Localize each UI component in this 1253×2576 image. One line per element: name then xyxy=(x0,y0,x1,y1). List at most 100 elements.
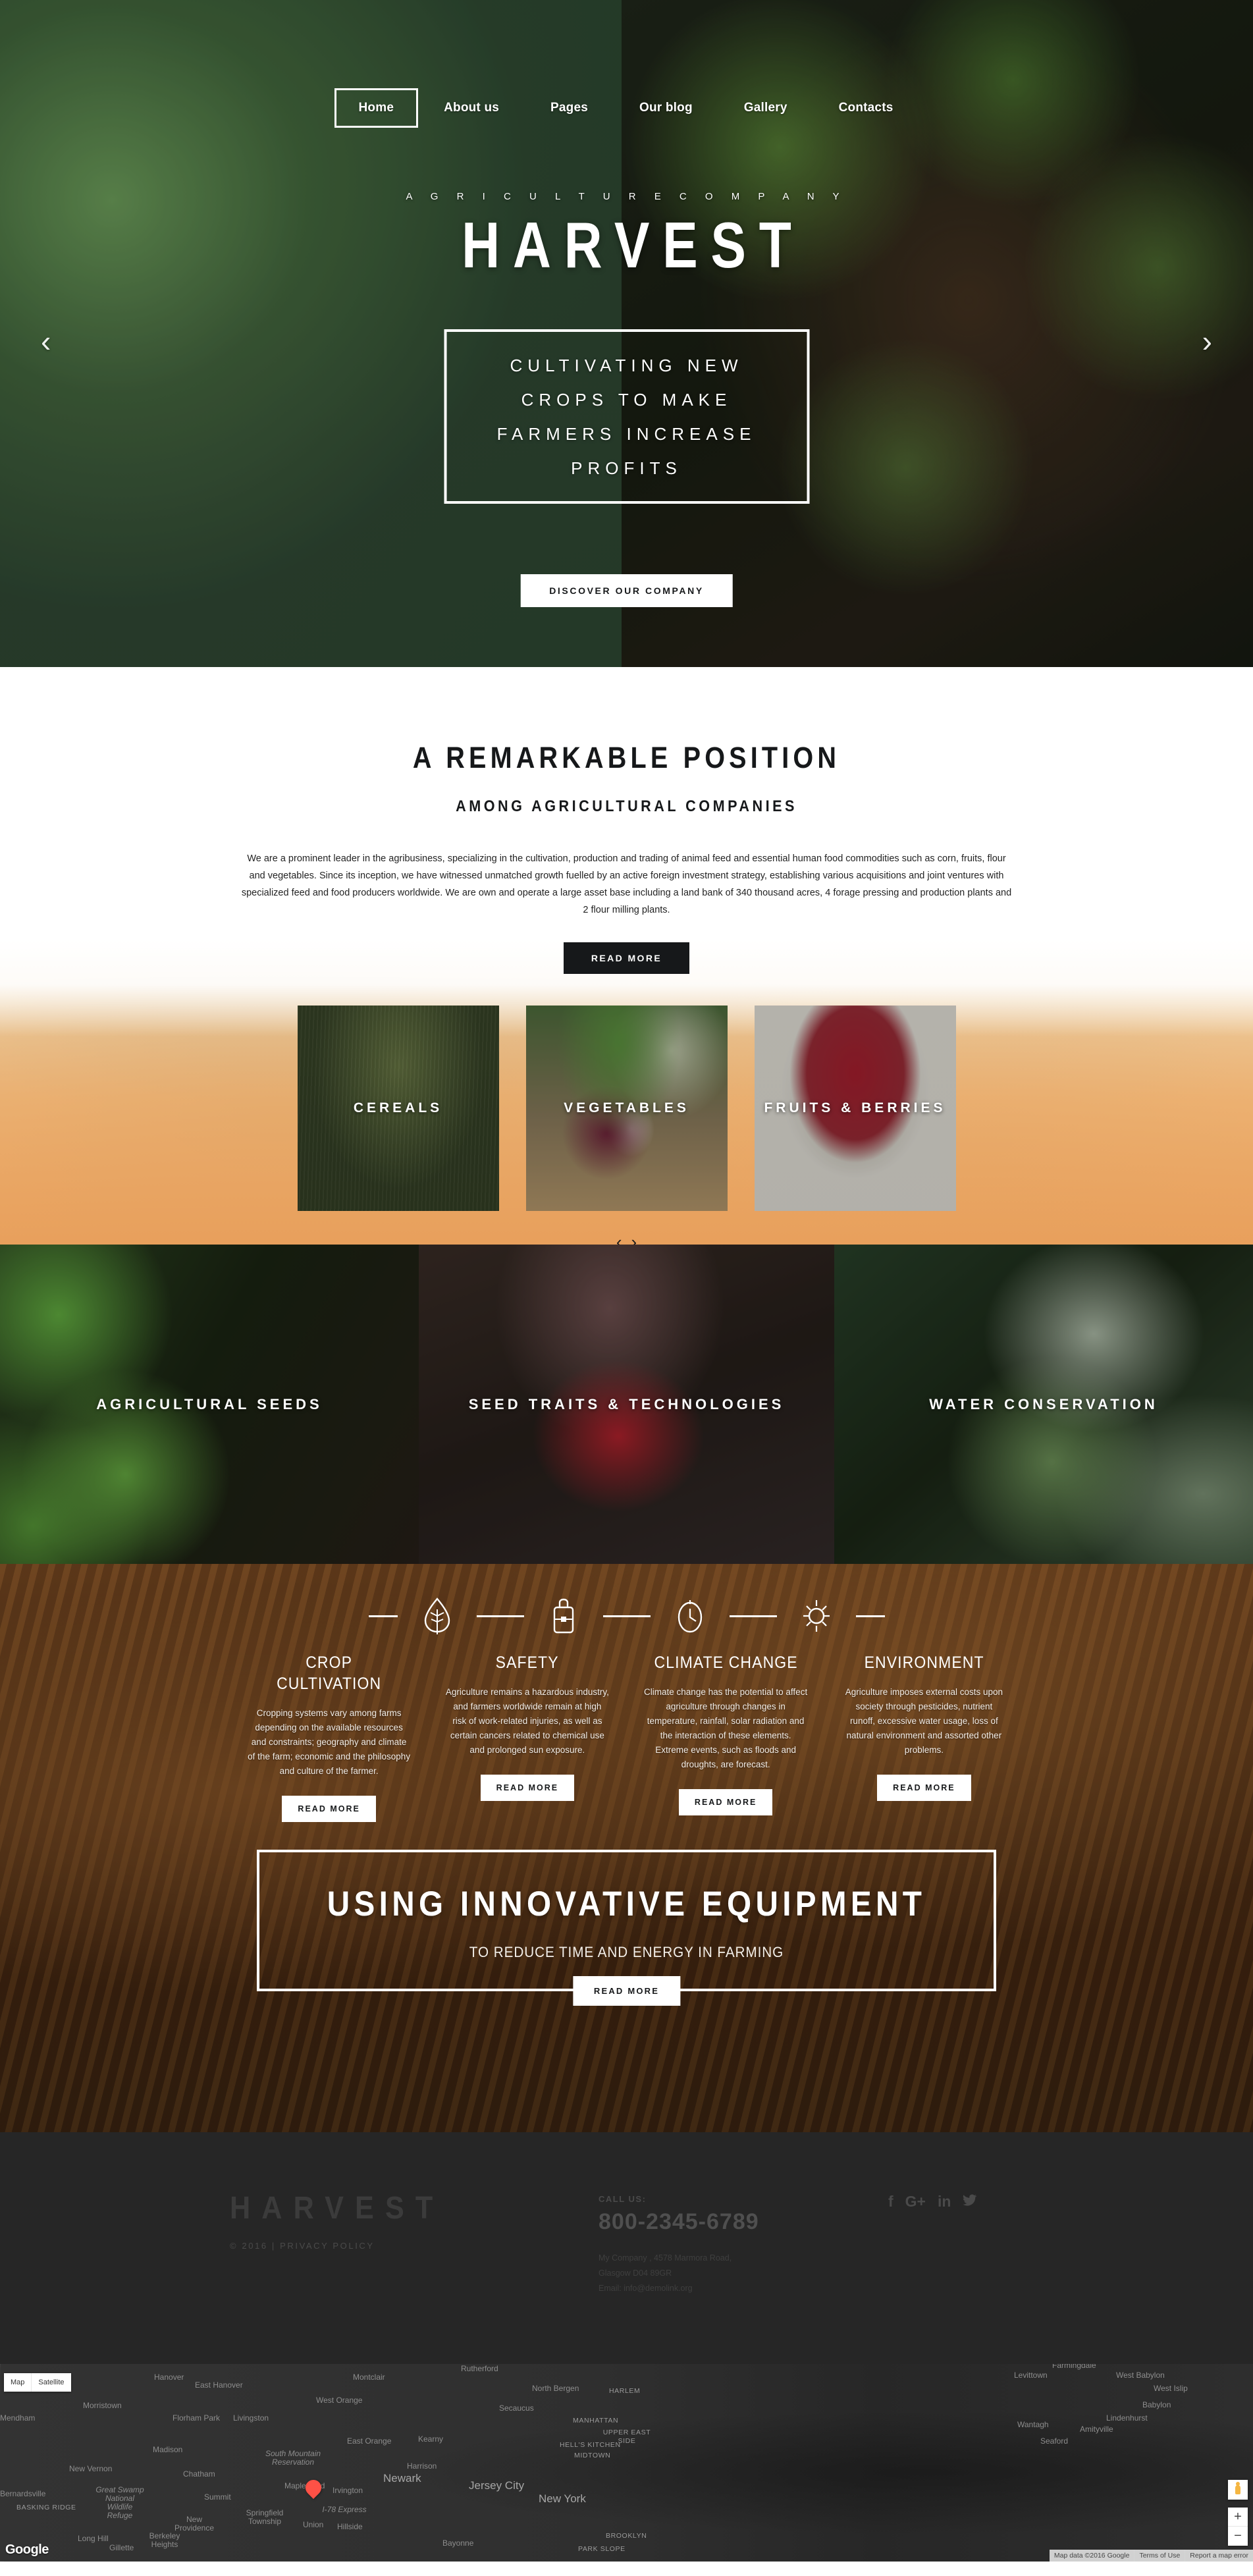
products-prev-arrow-icon[interactable]: ‹ xyxy=(616,1233,622,1245)
footer-phone[interactable]: 800-2345-6789 xyxy=(599,2209,888,2235)
footer-social-links: f G+ in xyxy=(888,2190,1023,2296)
contact-map[interactable]: Hanover East Hanover Montclair Rutherford Mo… xyxy=(0,2364,1253,2562)
nav-item-contacts[interactable]: Contacts xyxy=(813,97,919,119)
hero-prev-arrow-icon[interactable]: ‹ xyxy=(41,326,51,356)
map-label: HARLEM xyxy=(609,2387,641,2395)
zoom-in-button[interactable]: + xyxy=(1228,2508,1248,2527)
service-tile-water-conservation[interactable]: WATER CONSERVATION xyxy=(834,1245,1253,1564)
discover-our-company-button[interactable]: DISCOVER OUR COMPANY xyxy=(520,574,733,607)
map-label: Madison xyxy=(153,2445,183,2454)
map-label: Rutherford xyxy=(461,2364,498,2373)
feature-title: CROP CULTIVATION xyxy=(277,1653,382,1693)
service-label-agricultural-seeds: AGRICULTURAL SEEDS xyxy=(96,1395,323,1412)
map-label: South Mountain Reservation xyxy=(265,2449,321,2467)
service-label-seed-traits-technologies: SEED TRAITS & TECHNOLOGIES xyxy=(468,1395,785,1412)
report-map-error-link[interactable]: Report a map error xyxy=(1185,2550,1253,2562)
feature-text: Agriculture imposes external costs upon … xyxy=(845,1687,1003,1755)
nav-item-about-us[interactable]: About us xyxy=(418,97,525,119)
google-plus-icon[interactable]: G+ xyxy=(905,2194,926,2209)
footer-brand: HARVEST © 2016 | PRIVACY POLICY xyxy=(230,2190,599,2296)
map-label: New York xyxy=(539,2492,586,2505)
feature-text: Cropping systems vary among farms depend… xyxy=(248,1708,411,1776)
map-label: Bernardsville xyxy=(0,2489,46,2498)
feature-environment: ENVIRONMENT Agriculture imposes external… xyxy=(825,1652,1023,1822)
leaf-icon xyxy=(398,1597,477,1635)
feature-read-more-button[interactable]: READ MORE xyxy=(678,1789,773,1815)
map-type-satellite-button[interactable]: Satellite xyxy=(32,2373,70,2392)
feature-safety: SAFETY Agriculture remains a hazardous i… xyxy=(428,1652,626,1822)
map-label: New Providence xyxy=(174,2515,215,2533)
call-us-label: CALL US: xyxy=(599,2194,647,2204)
divider-dash xyxy=(476,1615,524,1617)
products-next-arrow-icon[interactable]: › xyxy=(631,1233,637,1245)
map-label: MIDTOWN xyxy=(574,2452,611,2459)
site-footer: HARVEST © 2016 | PRIVACY POLICY CALL US:… xyxy=(0,2132,1253,2364)
divider-dash xyxy=(368,1615,398,1617)
footer-copyright[interactable]: © 2016 | PRIVACY POLICY xyxy=(230,2241,599,2251)
about-read-more-button[interactable]: READ MORE xyxy=(563,942,690,974)
map-label: I-78 Express xyxy=(322,2505,367,2514)
map-label: Hanover xyxy=(154,2373,184,2382)
map-label: Jersey City xyxy=(469,2479,525,2492)
map-label: Farmingdale xyxy=(1052,2364,1096,2370)
terms-of-use-link[interactable]: Terms of Use xyxy=(1134,2550,1185,2562)
map-label: PARK SLOPE xyxy=(578,2545,626,2553)
twitter-icon[interactable] xyxy=(963,2194,977,2207)
service-tile-agricultural-seeds[interactable]: AGRICULTURAL SEEDS xyxy=(0,1245,419,1564)
product-card-vegetables[interactable]: VEGETABLES xyxy=(525,1006,728,1211)
address-line-3[interactable]: Email: info@demolink.org xyxy=(599,2281,888,2296)
map-label: West Babylon xyxy=(1116,2371,1165,2380)
map-label: Montclair xyxy=(353,2373,385,2382)
cta-banner: USING INNOVATIVE EQUIPMENT TO REDUCE TIM… xyxy=(257,1850,996,2006)
clock-icon xyxy=(651,1597,730,1635)
hero-next-arrow-icon[interactable]: › xyxy=(1202,326,1212,356)
map-label: Summit xyxy=(204,2492,231,2502)
map-label: Amityville xyxy=(1080,2425,1113,2434)
map-label: Secaucus xyxy=(499,2403,534,2413)
nav-item-home[interactable]: Home xyxy=(334,88,419,128)
map-label: Lindenhurst xyxy=(1106,2413,1148,2423)
divider-dash xyxy=(729,1615,777,1617)
product-card-fruits-berries[interactable]: FRUITS & BERRIES xyxy=(754,1006,956,1211)
map-label: Gillette xyxy=(109,2543,134,2552)
feature-read-more-button[interactable]: READ MORE xyxy=(480,1775,575,1801)
map-label: Morristown xyxy=(83,2401,122,2410)
linkedin-icon[interactable]: in xyxy=(938,2194,951,2209)
footer-logo[interactable]: HARVEST xyxy=(230,2190,562,2226)
map-label: Seaford xyxy=(1040,2436,1069,2446)
cta-read-more-button[interactable]: READ MORE xyxy=(572,1976,681,2006)
zoom-out-button[interactable]: − xyxy=(1228,2527,1248,2546)
nav-item-gallery[interactable]: Gallery xyxy=(718,97,813,119)
about-paragraph: We are a prominent leader in the agribus… xyxy=(241,853,1012,915)
map-label: Hillside xyxy=(337,2522,363,2531)
feature-climate-change: CLIMATE CHANGE Climate change has the po… xyxy=(627,1652,825,1822)
service-tile-seed-traits-technologies[interactable]: SEED TRAITS & TECHNOLOGIES xyxy=(419,1245,834,1564)
map-label: East Hanover xyxy=(195,2380,243,2390)
product-label-cereals: CEREALS xyxy=(353,1100,443,1115)
feature-text: Agriculture remains a hazardous industry… xyxy=(445,1687,609,1755)
feature-crop-cultivation: CROP CULTIVATION Cropping systems vary a… xyxy=(230,1652,428,1822)
map-label: North Bergen xyxy=(532,2384,579,2393)
street-view-pegman-icon[interactable] xyxy=(1228,2480,1248,2500)
hero-brand-title: HARVEST xyxy=(462,209,805,281)
hero-caption-text: CULTIVATING NEW CROPS TO MAKE FARMERS IN… xyxy=(496,355,757,478)
facebook-icon[interactable]: f xyxy=(888,2194,893,2209)
feature-read-more-button[interactable]: READ MORE xyxy=(282,1796,376,1822)
about-section: A REMARKABLE POSITION AMONG AGRICULTURAL… xyxy=(0,667,1253,1245)
divider-dash xyxy=(855,1615,885,1617)
map-type-map-button[interactable]: Map xyxy=(4,2373,32,2392)
feature-read-more-button[interactable]: READ MORE xyxy=(877,1775,971,1801)
footer-address: My Company , 4578 Marmora Road, Glasgow … xyxy=(599,2251,888,2296)
map-label: BASKING RIDGE xyxy=(16,2504,76,2511)
map-label: Harrison xyxy=(407,2461,437,2471)
sun-icon xyxy=(777,1597,856,1634)
product-card-cereals[interactable]: CEREALS xyxy=(297,1006,499,1211)
map-label: Levittown xyxy=(1014,2371,1048,2380)
map-label: Newark xyxy=(383,2472,421,2484)
pegman-figure xyxy=(1235,2482,1240,2494)
map-label: Mendham xyxy=(0,2413,36,2423)
nav-item-pages[interactable]: Pages xyxy=(525,97,614,119)
map-label: Berkeley Heights xyxy=(149,2531,180,2549)
nav-item-our-blog[interactable]: Our blog xyxy=(614,97,718,119)
map-label: Union xyxy=(303,2520,324,2529)
